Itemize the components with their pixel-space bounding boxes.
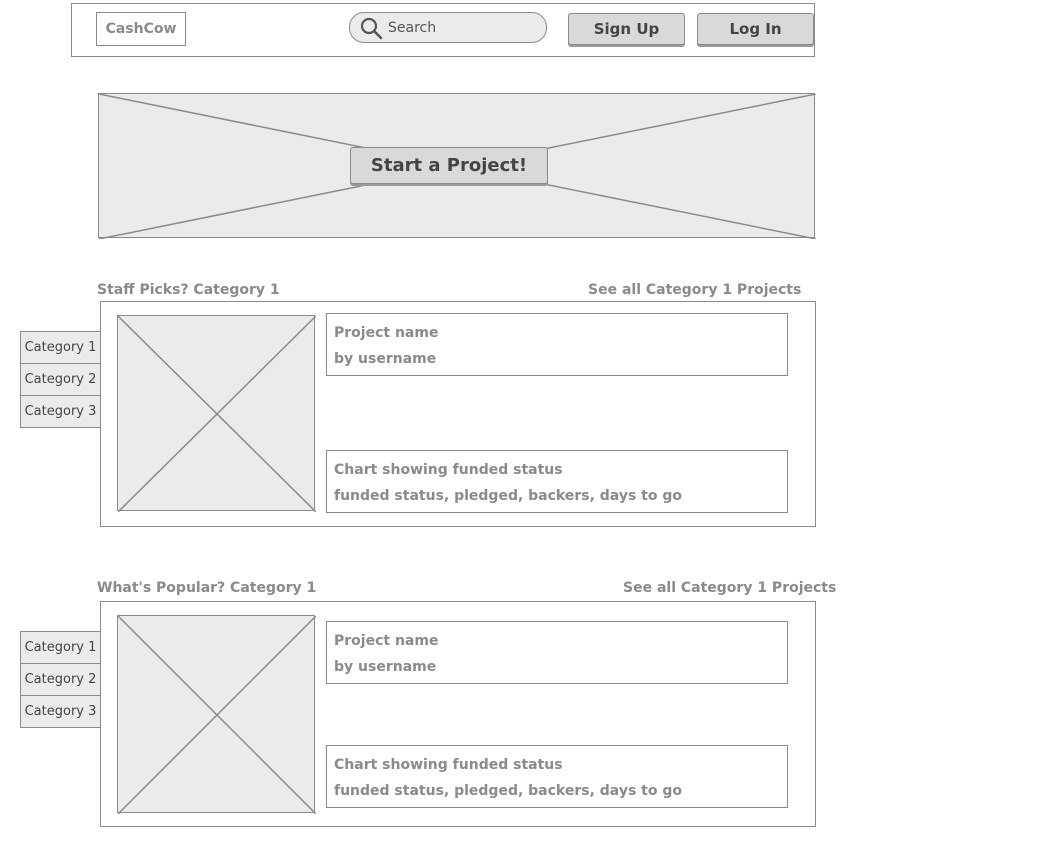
chart-details: funded status, pledged, backers, days to… bbox=[334, 488, 682, 504]
logo[interactable]: CashCow bbox=[96, 12, 186, 46]
image-placeholder-icon bbox=[118, 616, 316, 814]
project-byline: by username bbox=[334, 351, 437, 367]
log-in-button[interactable]: Log In bbox=[697, 13, 814, 45]
project-image-placeholder[interactable] bbox=[117, 615, 316, 814]
chart-title: Chart showing funded status bbox=[334, 462, 563, 478]
project-info-box[interactable]: Project name by username bbox=[326, 313, 788, 376]
image-placeholder-icon bbox=[118, 316, 316, 512]
category-tab-3[interactable]: Category 3 bbox=[20, 395, 101, 428]
project-byline: by username bbox=[334, 659, 437, 675]
section-title: Staff Picks? Category 1 bbox=[97, 282, 280, 298]
project-image-placeholder[interactable] bbox=[117, 315, 316, 512]
see-all-link[interactable]: See all Category 1 Projects bbox=[588, 282, 801, 298]
chart-title: Chart showing funded status bbox=[334, 757, 563, 773]
category-tab-2[interactable]: Category 2 bbox=[20, 363, 101, 396]
funding-status-box: Chart showing funded status funded statu… bbox=[326, 745, 788, 808]
start-project-button[interactable]: Start a Project! bbox=[350, 147, 548, 184]
see-all-link[interactable]: See all Category 1 Projects bbox=[623, 580, 836, 596]
category-tab-2[interactable]: Category 2 bbox=[20, 663, 101, 696]
funding-status-box: Chart showing funded status funded statu… bbox=[326, 450, 788, 513]
sign-up-button[interactable]: Sign Up bbox=[568, 13, 685, 45]
search-input[interactable]: Search bbox=[349, 12, 547, 43]
category-tab-1[interactable]: Category 1 bbox=[20, 631, 101, 664]
section-title: What's Popular? Category 1 bbox=[97, 580, 317, 596]
project-info-box[interactable]: Project name by username bbox=[326, 621, 788, 684]
category-tab-3[interactable]: Category 3 bbox=[20, 695, 101, 728]
chart-details: funded status, pledged, backers, days to… bbox=[334, 783, 682, 799]
category-tab-1[interactable]: Category 1 bbox=[20, 331, 101, 364]
search-placeholder: Search bbox=[388, 19, 437, 36]
project-name: Project name bbox=[334, 633, 439, 649]
search-icon bbox=[360, 17, 383, 39]
project-name: Project name bbox=[334, 325, 439, 341]
